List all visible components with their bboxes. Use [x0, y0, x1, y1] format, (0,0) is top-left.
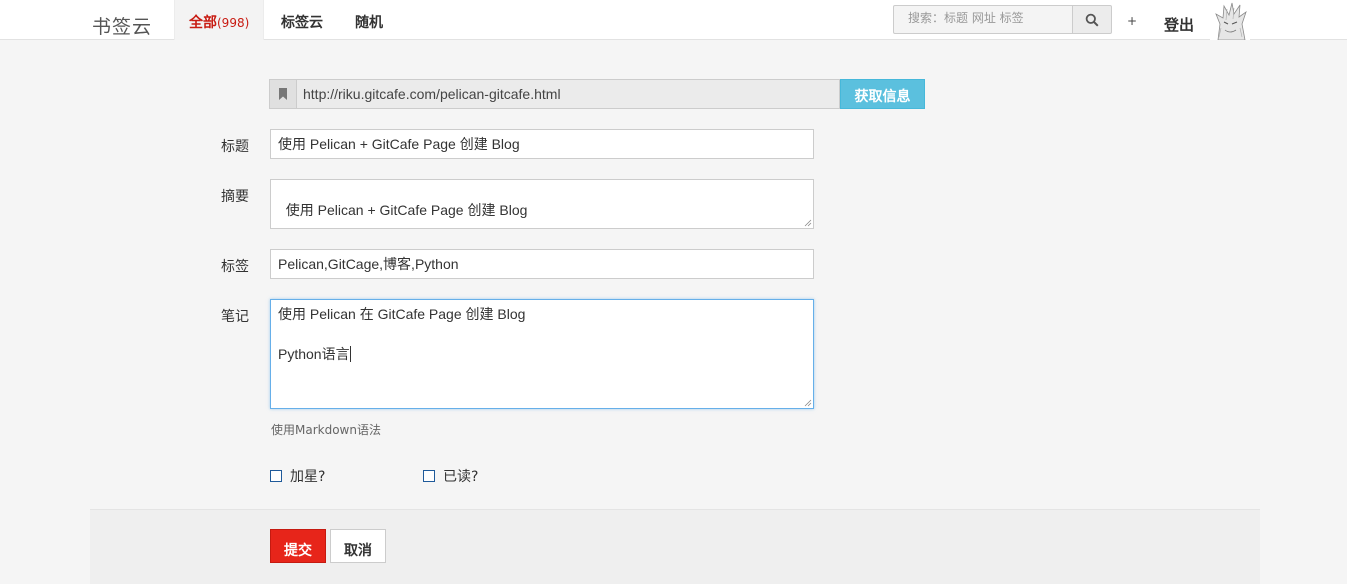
title-label: 标题 [221, 139, 249, 155]
summary-text: 使用 Pelican + GitCafe Page 创建 Blog [285, 202, 528, 218]
tab-all[interactable]: 全部(998) [174, 0, 265, 40]
avatar[interactable] [1210, 0, 1250, 40]
summary-label: 摘要 [221, 189, 249, 205]
logout-link[interactable]: 登出 [1164, 14, 1194, 35]
tab-all-count: (998) [217, 16, 250, 30]
resize-handle-icon[interactable] [804, 399, 812, 407]
form-actions [90, 509, 1260, 584]
notes-textarea[interactable]: 使用 Pelican 在 GitCafe Page 创建 Blog Python… [270, 299, 814, 409]
title-field[interactable]: 使用 Pelican + GitCafe Page 创建 Blog [270, 129, 814, 159]
tags-field[interactable]: Pelican,GitCage,博客,Python [270, 249, 814, 279]
tab-tag-cloud-label: 标签云 [281, 15, 323, 31]
notes-label: 笔记 [221, 309, 249, 325]
url-field[interactable]: http://riku.gitcafe.com/pelican-gitcafe.… [296, 79, 840, 109]
submit-button[interactable]: 提交 [270, 529, 326, 563]
read-checkbox-label: 已读? [443, 469, 479, 485]
fetch-info-button[interactable]: 获取信息 [840, 79, 925, 109]
star-checkbox-label: 加星? [290, 469, 326, 485]
bookmark-icon [279, 88, 287, 100]
avatar-image [1210, 0, 1250, 40]
search-button[interactable] [1072, 5, 1112, 34]
star-checkbox-box[interactable] [270, 470, 282, 482]
tab-random-label: 随机 [355, 15, 383, 31]
tab-tag-cloud[interactable]: 标签云 [281, 0, 323, 40]
search-input[interactable]: 搜索：标题 网址 标签 [893, 5, 1073, 34]
tab-random[interactable]: 随机 [355, 0, 383, 40]
tab-all-label: 全部 [189, 15, 217, 31]
summary-textarea[interactable]: 使用 Pelican + GitCafe Page 创建 Blog [270, 179, 814, 229]
add-bookmark-link[interactable]: + [1127, 14, 1137, 28]
read-checkbox-box[interactable] [423, 470, 435, 482]
read-checkbox[interactable]: 已读? [423, 466, 478, 486]
top-navbar: 书签云 全部(998) 标签云 随机 搜索：标题 网址 标签 + 登出 [0, 0, 1347, 40]
notes-line-2: Python语言 [278, 346, 350, 362]
markdown-help-text: 使用Markdown语法 [271, 423, 381, 437]
notes-line-1: 使用 Pelican 在 GitCafe Page 创建 Blog [278, 306, 526, 322]
cancel-button[interactable]: 取消 [330, 529, 386, 563]
resize-handle-icon[interactable] [804, 219, 812, 227]
text-caret [349, 346, 351, 362]
tags-label: 标签 [221, 259, 249, 275]
search-placeholder: 搜索：标题 网址 标签 [908, 11, 1024, 25]
star-checkbox[interactable]: 加星? [270, 466, 325, 486]
brand-logo[interactable]: 书签云 [92, 12, 152, 39]
search-icon [1085, 13, 1099, 27]
url-addon [269, 79, 296, 109]
